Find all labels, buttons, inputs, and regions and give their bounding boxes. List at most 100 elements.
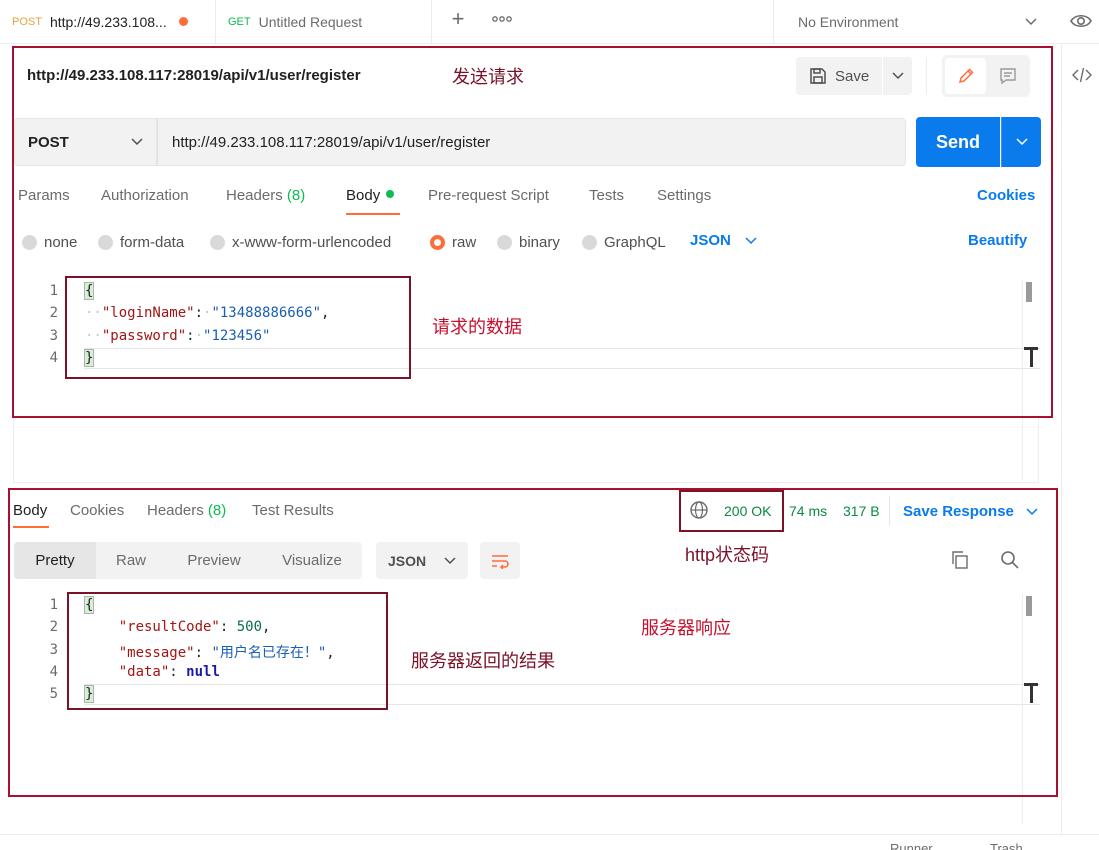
scroll-marker bbox=[1030, 683, 1033, 703]
view-preview[interactable]: Preview bbox=[166, 542, 262, 579]
code-token: } bbox=[83, 685, 95, 703]
comment-mode-button[interactable] bbox=[988, 58, 1028, 94]
response-format-select[interactable]: JSON bbox=[376, 542, 468, 579]
more-icon bbox=[492, 16, 512, 22]
json-key: "message" bbox=[118, 645, 195, 661]
annotation-server-result: 服务器返回的结果 bbox=[411, 651, 555, 671]
response-tab-headers-label: Headers bbox=[147, 502, 204, 519]
editor-scrollbar[interactable] bbox=[1026, 596, 1032, 616]
radio-binary[interactable]: binary bbox=[497, 232, 560, 252]
beautify-link[interactable]: Beautify bbox=[968, 232, 1027, 249]
method-select[interactable]: POST bbox=[14, 118, 157, 166]
divider bbox=[926, 57, 927, 95]
eye-icon[interactable] bbox=[1069, 10, 1093, 32]
edit-mode-button[interactable] bbox=[945, 58, 986, 94]
environment-select[interactable]: No Environment bbox=[773, 0, 1061, 43]
response-tab-headers[interactable]: Headers (8) bbox=[147, 502, 226, 519]
radio-form-data[interactable]: form-data bbox=[98, 232, 184, 252]
tab-pre-request-script[interactable]: Pre-request Script bbox=[428, 187, 549, 204]
code-snippet-icon[interactable] bbox=[1072, 66, 1092, 84]
runner-button[interactable]: Runner bbox=[890, 841, 933, 850]
radio-label: form-data bbox=[120, 233, 185, 251]
annotation-send-request: 发送请求 bbox=[452, 67, 524, 87]
view-raw[interactable]: Raw bbox=[96, 542, 166, 579]
save-response-button[interactable]: Save Response bbox=[903, 503, 1038, 520]
search-icon[interactable] bbox=[1000, 550, 1020, 570]
save-button[interactable]: Save bbox=[796, 57, 882, 95]
request-body-editor[interactable]: 1 2 3 4 { ··"loginName":·"13488886666", … bbox=[14, 280, 1040, 410]
send-options-button[interactable] bbox=[1001, 117, 1041, 167]
response-tab-body[interactable]: Body bbox=[13, 502, 47, 519]
save-icon bbox=[810, 68, 826, 84]
annotation-server-response: 服务器响应 bbox=[641, 618, 731, 638]
radio-icon bbox=[210, 234, 225, 250]
radio-raw[interactable]: raw bbox=[430, 232, 476, 252]
copy-icon[interactable] bbox=[950, 550, 970, 570]
radio-label: raw bbox=[452, 233, 477, 251]
divider bbox=[889, 496, 890, 526]
annotation-http-status: http状态码 bbox=[685, 545, 770, 565]
active-tab-indicator bbox=[346, 213, 400, 215]
scroll-marker bbox=[1030, 347, 1033, 367]
radio-none[interactable]: none bbox=[22, 232, 77, 252]
status-bar: Runner Trash bbox=[0, 834, 1099, 850]
line-number: 4 bbox=[49, 350, 58, 366]
code-token: } bbox=[83, 349, 95, 367]
tab-title: Untitled Request bbox=[258, 13, 363, 30]
annotation-request-data: 请求的数据 bbox=[432, 317, 522, 337]
json-value: "用户名已存在！" bbox=[211, 645, 327, 661]
save-options-button[interactable] bbox=[883, 57, 912, 95]
line-number: 1 bbox=[49, 283, 58, 299]
radio-icon bbox=[582, 234, 597, 250]
tab-tests[interactable]: Tests bbox=[589, 187, 624, 204]
response-time[interactable]: 74 ms bbox=[789, 503, 827, 519]
request-tab-untitled[interactable]: GET Untitled Request bbox=[216, 0, 432, 43]
new-tab-button[interactable]: + bbox=[446, 8, 470, 32]
tab-body[interactable]: Body bbox=[346, 187, 395, 204]
tab-params[interactable]: Params bbox=[18, 187, 70, 204]
tab-settings[interactable]: Settings bbox=[657, 187, 711, 204]
radio-graphql[interactable]: GraphQL bbox=[582, 232, 666, 252]
chevron-down-icon bbox=[444, 556, 456, 564]
code-line: "resultCode": 500, bbox=[118, 619, 271, 635]
editor-scrollbar[interactable] bbox=[1026, 282, 1032, 302]
tab-headers-label: Headers bbox=[226, 187, 283, 204]
radio-icon bbox=[22, 234, 37, 250]
radio-label: none bbox=[44, 233, 78, 251]
tab-authorization[interactable]: Authorization bbox=[101, 187, 189, 204]
more-tabs-button[interactable] bbox=[492, 10, 512, 26]
request-tab-active[interactable]: POST http://49.233.108... bbox=[0, 0, 216, 43]
response-size[interactable]: 317 B bbox=[843, 503, 880, 519]
chevron-down-icon bbox=[745, 236, 757, 244]
radio-label: GraphQL bbox=[604, 233, 666, 251]
send-button[interactable]: Send bbox=[916, 117, 1000, 167]
radio-urlencoded[interactable]: x-www-form-urlencoded bbox=[210, 232, 391, 252]
code-token: { bbox=[83, 596, 95, 614]
environment-label: No Environment bbox=[798, 13, 899, 30]
cookies-link[interactable]: Cookies bbox=[977, 187, 1035, 204]
trash-button[interactable]: Trash bbox=[990, 841, 1023, 850]
view-visualize[interactable]: Visualize bbox=[262, 542, 362, 579]
save-button-label: Save bbox=[835, 67, 870, 85]
body-format-select[interactable]: JSON bbox=[690, 232, 757, 249]
response-format-label: JSON bbox=[388, 552, 427, 569]
url-input[interactable]: http://49.233.108.117:28019/api/v1/user/… bbox=[157, 118, 906, 166]
line-number: 3 bbox=[49, 642, 58, 658]
response-tab-cookies[interactable]: Cookies bbox=[70, 502, 124, 519]
view-pretty[interactable]: Pretty bbox=[14, 542, 96, 579]
headers-count: (8) bbox=[207, 502, 227, 519]
json-key: "loginName" bbox=[101, 305, 195, 321]
tab-headers[interactable]: Headers (8) bbox=[226, 187, 305, 204]
status-code[interactable]: 200 OK bbox=[724, 503, 771, 519]
code-token: , bbox=[326, 645, 335, 661]
code-token: { bbox=[83, 282, 95, 300]
json-value: null bbox=[186, 664, 220, 680]
editor-divider bbox=[1022, 594, 1023, 824]
pencil-icon bbox=[958, 68, 974, 84]
globe-icon[interactable] bbox=[689, 500, 709, 520]
current-line-highlight bbox=[84, 684, 1040, 705]
response-tab-test-results[interactable]: Test Results bbox=[252, 502, 334, 519]
wrap-lines-button[interactable] bbox=[480, 542, 520, 579]
radio-icon bbox=[98, 234, 113, 250]
response-body-editor[interactable]: 1 2 3 4 5 { "resultCode": 500, "message"… bbox=[14, 594, 1040, 794]
